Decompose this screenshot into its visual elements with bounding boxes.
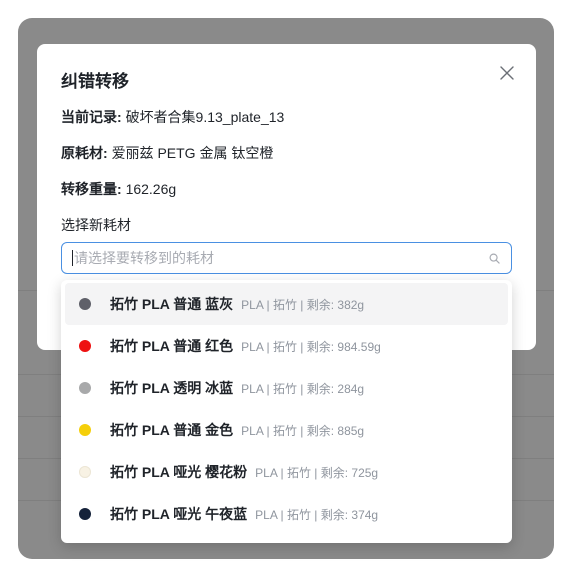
- option-name: 拓竹 PLA 哑光 樱花粉: [110, 464, 248, 480]
- select-new-material-label: 选择新耗材: [61, 217, 131, 233]
- original-material-label: 原耗材:: [61, 145, 108, 161]
- option-name: 拓竹 PLA 普通 红色: [110, 338, 234, 354]
- dropdown-option[interactable]: 拓竹 PLA 普通 蓝灰 PLA | 拓竹 | 剩余: 382g: [65, 283, 508, 325]
- option-name: 拓竹 PLA 透明 冰蓝: [110, 380, 234, 396]
- option-name: 拓竹 PLA 普通 蓝灰: [110, 296, 234, 312]
- dialog-title: 纠错转移: [61, 72, 129, 91]
- search-icon: [487, 251, 501, 265]
- option-meta: PLA | 拓竹 | 剩余: 374g: [255, 507, 379, 522]
- current-record-value: 破坏者合集9.13_plate_13: [125, 109, 285, 125]
- option-meta: PLA | 拓竹 | 剩余: 885g: [241, 423, 365, 438]
- current-record-row: 当前记录: 破坏者合集9.13_plate_13: [61, 107, 284, 127]
- dropdown-option[interactable]: 拓竹 PLA 普通 红色 PLA | 拓竹 | 剩余: 984.59g: [65, 325, 508, 367]
- transfer-weight-row: 转移重量: 162.26g: [61, 179, 176, 199]
- current-record-label: 当前记录:: [61, 109, 122, 125]
- dropdown-option[interactable]: 拓竹 PLA 透明 冰蓝 PLA | 拓竹 | 剩余: 284g: [65, 367, 508, 409]
- close-icon: [500, 66, 514, 80]
- close-button[interactable]: [496, 62, 518, 84]
- original-material-value: 爱丽兹 PETG 金属 钛空橙: [111, 145, 274, 161]
- color-swatch: [79, 298, 91, 310]
- color-swatch: [79, 424, 91, 436]
- color-swatch: [79, 466, 91, 478]
- color-swatch: [79, 340, 91, 352]
- transfer-weight-label: 转移重量:: [61, 181, 122, 197]
- dropdown-option[interactable]: 拓竹 PLA 普通 金色 PLA | 拓竹 | 剩余: 885g: [65, 409, 508, 451]
- material-dropdown: 拓竹 PLA 普通 蓝灰 PLA | 拓竹 | 剩余: 382g 拓竹 PLA …: [61, 280, 512, 543]
- option-meta: PLA | 拓竹 | 剩余: 984.59g: [241, 339, 381, 354]
- transfer-weight-value: 162.26g: [125, 181, 177, 197]
- material-select-placeholder: 请选择要转移到的耗材: [74, 250, 214, 266]
- dropdown-option[interactable]: 拓竹 PLA 哑光 樱花粉 PLA | 拓竹 | 剩余: 725g: [65, 451, 508, 493]
- option-name: 拓竹 PLA 哑光 午夜蓝: [110, 506, 248, 522]
- option-meta: PLA | 拓竹 | 剩余: 382g: [241, 297, 365, 312]
- option-meta: PLA | 拓竹 | 剩余: 284g: [241, 381, 365, 396]
- color-swatch: [79, 508, 91, 520]
- text-caret: [72, 250, 73, 266]
- original-material-row: 原耗材: 爱丽兹 PETG 金属 钛空橙: [61, 143, 273, 163]
- material-select-input[interactable]: 请选择要转移到的耗材: [61, 242, 512, 274]
- color-swatch: [79, 382, 91, 394]
- option-name: 拓竹 PLA 普通 金色: [110, 422, 234, 438]
- dropdown-option[interactable]: 拓竹 PLA 哑光 午夜蓝 PLA | 拓竹 | 剩余: 374g: [65, 493, 508, 535]
- option-meta: PLA | 拓竹 | 剩余: 725g: [255, 465, 379, 480]
